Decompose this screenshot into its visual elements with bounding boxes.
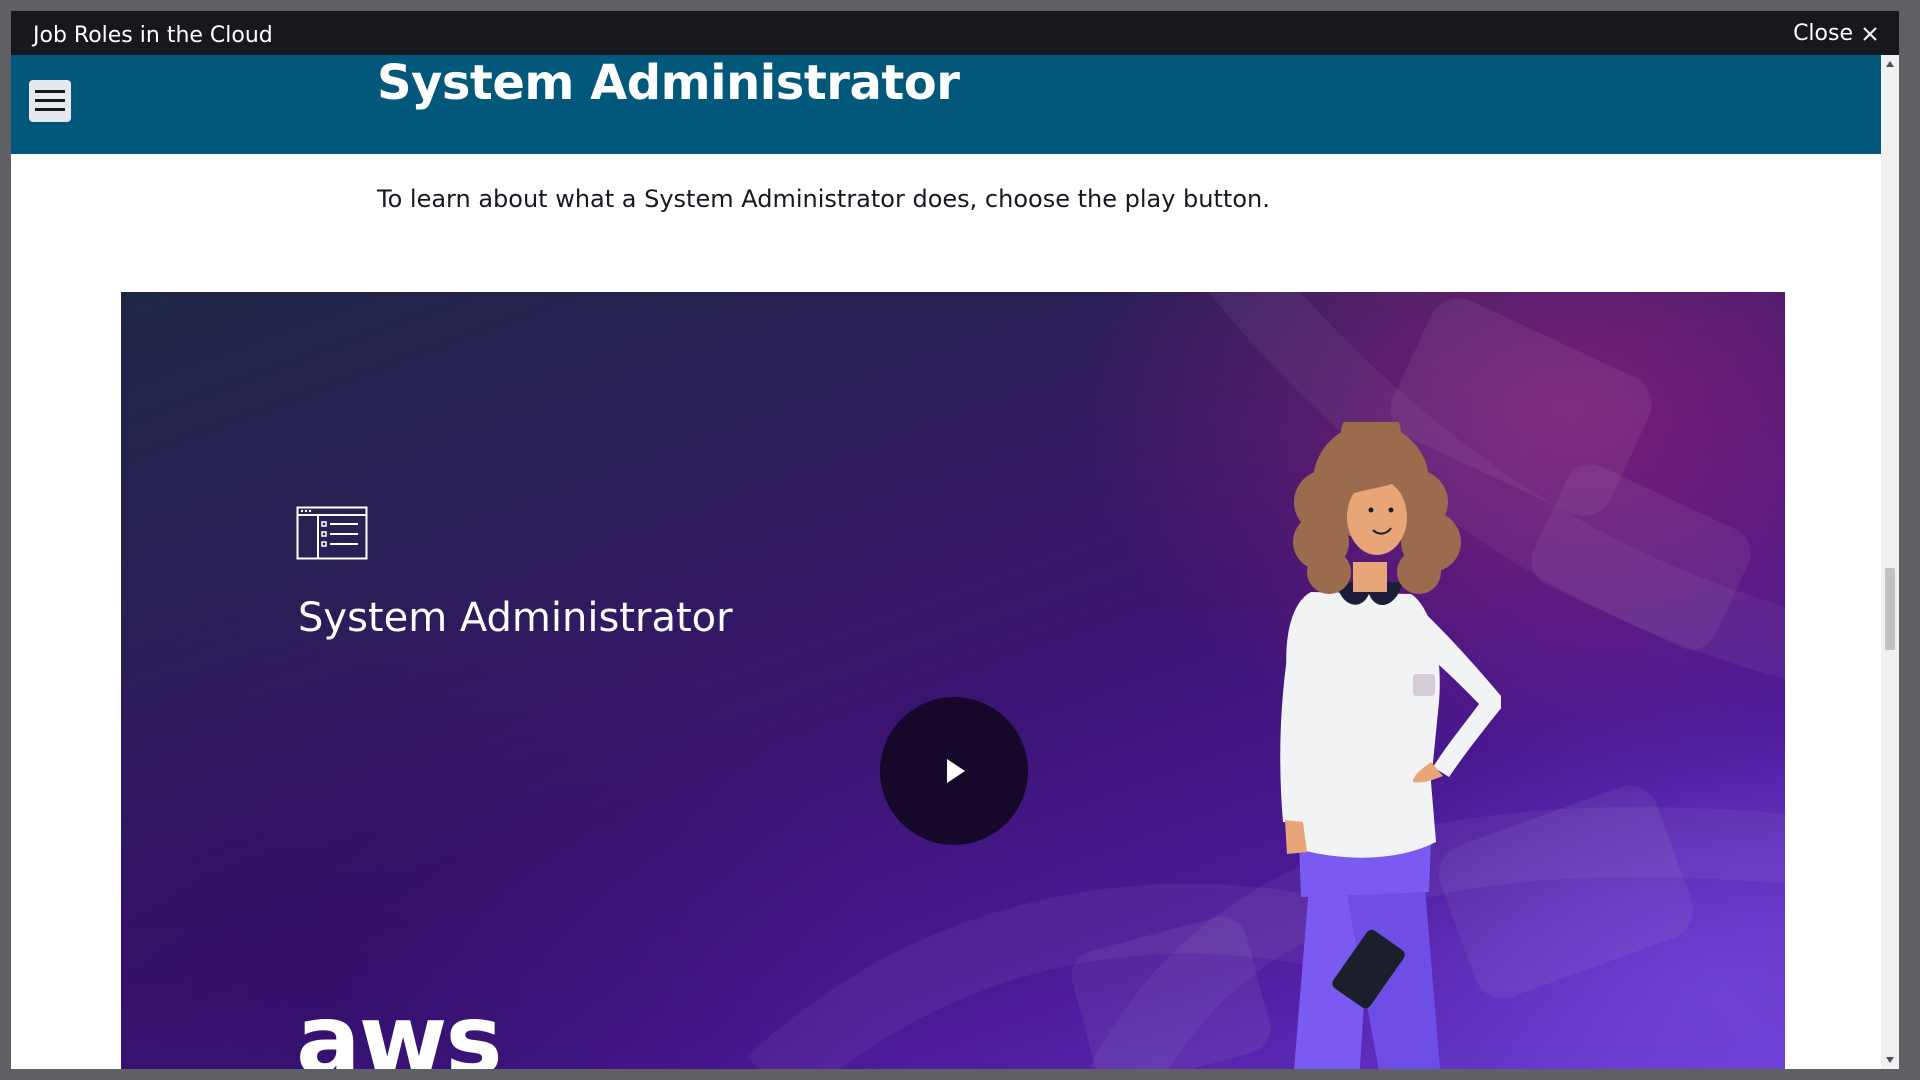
close-icon <box>1863 27 1877 41</box>
window-title: Job Roles in the Cloud <box>33 23 273 48</box>
system-administrator-illustration <box>1280 422 1501 1069</box>
menu-button[interactable] <box>29 80 71 122</box>
modal-titlebar: Job Roles in the Cloud Close <box>11 11 1899 55</box>
intro-text: To learn about what a System Administrat… <box>377 185 1270 213</box>
aws-logo: aws <box>296 984 503 1069</box>
scroll-up-button[interactable] <box>1881 55 1899 73</box>
list-window-icon <box>296 506 368 560</box>
video-title: System Administrator <box>298 595 733 641</box>
play-icon <box>947 759 965 783</box>
lesson-header: System Administrator <box>11 55 1893 154</box>
scroll-up-icon <box>1886 61 1894 67</box>
close-label: Close <box>1793 21 1853 46</box>
scroll-down-icon <box>1886 1057 1894 1063</box>
scroll-down-button[interactable] <box>1881 1051 1899 1069</box>
play-button[interactable] <box>880 697 1028 845</box>
hamburger-icon <box>35 90 65 111</box>
close-button[interactable]: Close <box>1793 21 1877 47</box>
page-title: System Administrator <box>377 55 960 111</box>
vertical-scrollbar[interactable] <box>1881 55 1899 1069</box>
background-shapes <box>747 292 1785 1069</box>
modal-window: Job Roles in the Cloud Close System Admi… <box>11 11 1899 1069</box>
scrollbar-thumb[interactable] <box>1885 568 1895 650</box>
video-player[interactable]: System Administrator aws <box>121 292 1785 1069</box>
